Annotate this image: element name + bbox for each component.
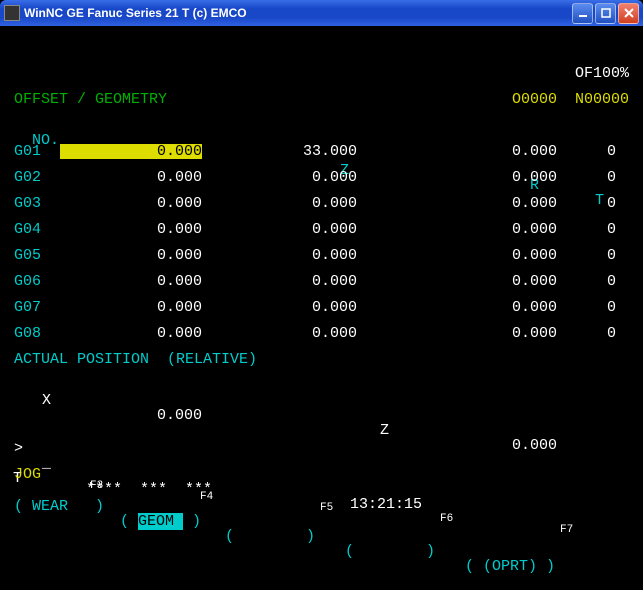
window-title: WinNC GE Fanuc Series 21 T (c) EMCO (24, 6, 572, 20)
screen-title: OFFSET / GEOMETRY (14, 92, 167, 107)
softkey-3[interactable]: ( ) (225, 529, 315, 544)
row-x: 0.000 (60, 274, 202, 289)
row-x: 0.000 (60, 196, 202, 211)
row-z: 33.000 (215, 144, 357, 159)
row-x: 0.000 (60, 326, 202, 341)
minimize-button[interactable] (572, 3, 593, 24)
row-no: G06 (14, 274, 41, 289)
row-r: 0.000 (415, 300, 557, 315)
actual-position-label: ACTUAL POSITION (RELATIVE) (14, 352, 257, 367)
row-z: 0.000 (215, 248, 357, 263)
app-icon (4, 5, 20, 21)
row-r: 0.000 (415, 326, 557, 341)
row-z: 0.000 (215, 326, 357, 341)
f6-label: F6 (440, 514, 453, 525)
row-t: 0 (570, 274, 616, 289)
row-t: 0 (570, 300, 616, 315)
row-t: 0 (570, 170, 616, 185)
row-no: G05 (14, 248, 41, 263)
row-r: 0.000 (415, 222, 557, 237)
window-titlebar[interactable]: WinNC GE Fanuc Series 21 T (c) EMCO (0, 0, 643, 26)
row-t: 0 (570, 196, 616, 211)
row-t: 0 (570, 326, 616, 341)
f3-label: F3 (90, 481, 103, 492)
actual-x-value: 0.000 (60, 408, 202, 423)
row-no: G03 (14, 196, 41, 211)
actual-x-label: X (42, 393, 51, 408)
program-position: O0000 N00000 (512, 92, 629, 107)
row-t: 0 (570, 144, 616, 159)
close-button[interactable] (618, 3, 639, 24)
row-z: 0.000 (215, 274, 357, 289)
row-x: 0.000 (60, 170, 202, 185)
row-no: G01 (14, 144, 41, 159)
row-x: 0.000 (60, 300, 202, 315)
row-r: 0.000 (415, 144, 557, 159)
row-r: 0.000 (415, 274, 557, 289)
softkey-bar: ( WEAR ) ( GEOM ) ( ) ( ) ( (OPRT) ) (0, 484, 36, 589)
row-t: 0 (570, 248, 616, 263)
row-z: 0.000 (215, 196, 357, 211)
maximize-button[interactable] (595, 3, 616, 24)
row-z: 0.000 (215, 300, 357, 315)
row-no: G08 (14, 326, 41, 341)
cnc-terminal: OF100% OFFSET / GEOMETRY O0000 N00000 NO… (0, 26, 643, 505)
mode-indicators: **** *** *** (86, 482, 212, 497)
row-no: G07 (14, 300, 41, 315)
softkey-geom[interactable]: ( GEOM ) (120, 514, 201, 529)
row-t: 0 (570, 222, 616, 237)
row-x: 0.000 (60, 248, 202, 263)
row-x-selected[interactable]: 0.000 (60, 144, 202, 159)
row-x: 0.000 (60, 222, 202, 237)
f7-label: F7 (560, 525, 573, 536)
softkey-wear[interactable]: ( WEAR ) (14, 499, 104, 514)
row-no: G02 (14, 170, 41, 185)
f4-label: F4 (200, 492, 213, 503)
command-cursor[interactable]: _ (42, 456, 51, 471)
actual-z-label: Z (380, 423, 389, 438)
softkey-4[interactable]: ( ) (345, 544, 435, 559)
row-r: 0.000 (415, 196, 557, 211)
row-z: 0.000 (215, 170, 357, 185)
row-z: 0.000 (215, 222, 357, 237)
row-r: 0.000 (415, 248, 557, 263)
row-r: 0.000 (415, 170, 557, 185)
override-status: OF100% (575, 66, 629, 81)
actual-z-value: 0.000 (415, 438, 557, 453)
row-no: G04 (14, 222, 41, 237)
softkey-oprt[interactable]: ( (OPRT) ) (465, 559, 555, 574)
